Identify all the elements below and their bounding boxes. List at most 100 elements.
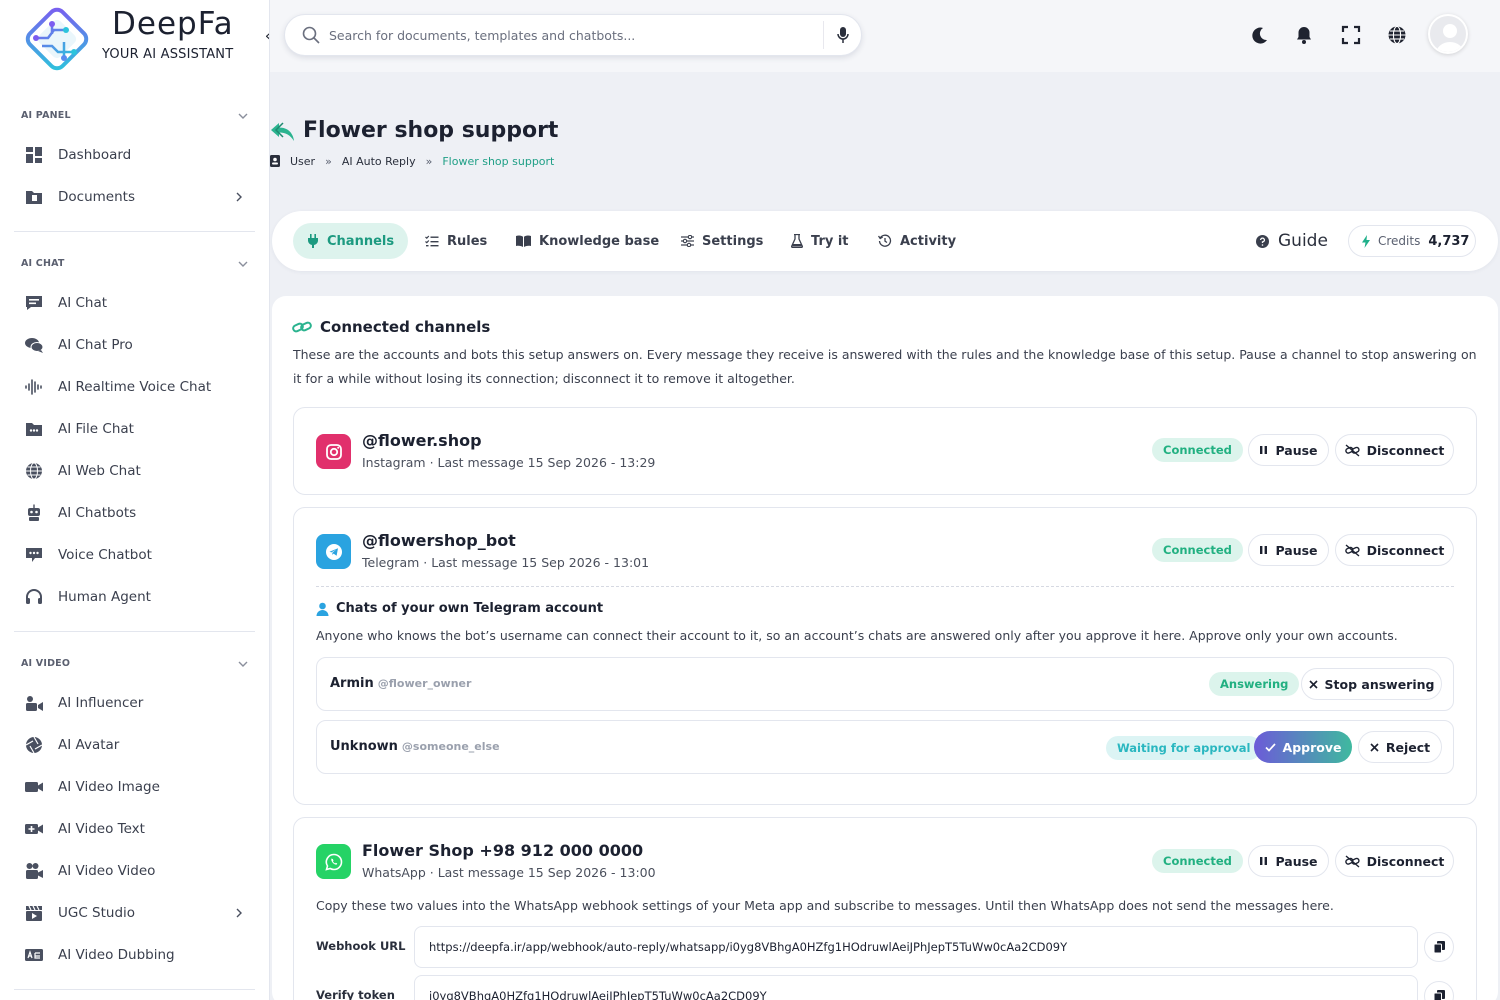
dubbing-icon [25,949,43,961]
tab-activity[interactable]: Activity [864,223,970,259]
sidebar-item-label: AI Video Text [58,821,145,837]
user-avatar[interactable] [1428,14,1468,54]
tab-label: Settings [702,233,764,249]
sidebar-item-label: AI Chat [58,295,108,311]
sidebar-item-ai-video-video[interactable]: AI Video Video [24,857,254,885]
globe-icon [26,462,42,480]
sidebar-item-ugc-studio[interactable]: UGC Studio [24,899,254,927]
channel-name: @flowershop_bot [362,531,516,550]
sidebar-item-ai-avatar[interactable]: AI Avatar [24,731,254,759]
question-circle-icon [1256,234,1269,248]
tab-channels[interactable]: Channels [293,223,409,259]
dark-mode-moon-icon[interactable] [1249,24,1271,46]
webhook-url-label: Webhook URL [316,939,406,953]
guide-link[interactable]: Guide [1256,230,1328,252]
status-badge: Connected [1152,438,1243,462]
notification-bell-icon[interactable] [1293,24,1315,46]
channel-name: Flower Shop +98 912 000 0000 [362,841,644,860]
whatsapp-icon [316,844,351,879]
unlink-icon [1344,543,1360,557]
tab-knowledge-base[interactable]: Knowledge base [502,223,673,259]
disconnect-button[interactable]: Disconnect [1335,534,1454,566]
copy-verify-token-button[interactable] [1424,981,1454,1000]
sidebar-item-ai-chat-pro[interactable]: AI Chat Pro [24,331,254,359]
approve-button[interactable]: Approve [1254,731,1352,763]
unlink-icon [1344,443,1360,457]
sidebar-item-ai-web-chat[interactable]: AI Web Chat [24,457,254,485]
stop-answering-button[interactable]: Stop answering [1301,668,1442,700]
chevron-down-icon[interactable] [237,110,249,122]
tab-label: Rules [447,233,488,249]
tab-label: Try it [811,233,849,249]
pause-icon [1260,446,1268,454]
account-row: Armin @flower_owner Answering Stop answer… [316,657,1454,711]
close-icon [1370,742,1379,752]
stop-answering-label: Stop answering [1324,676,1435,692]
sidebar-item-ai-chatbots[interactable]: AI Chatbots [24,499,254,527]
pause-button[interactable]: Pause [1248,845,1329,877]
own-accounts-title-text: Chats of your own Telegram account [336,601,604,616]
pause-icon [1260,857,1268,865]
history-icon [878,234,892,247]
sidebar-item-label: Human Agent [58,589,151,605]
fullscreen-icon[interactable] [1340,24,1362,46]
verify-token-field[interactable]: i0yg8VBhgA0HZfg1HOdruwlAeiJPhJepT5TuWw0c… [414,975,1418,1000]
disconnect-label: Disconnect [1366,542,1445,558]
search-input[interactable] [329,27,823,43]
pause-button[interactable]: Pause [1248,434,1329,466]
language-globe-icon[interactable] [1386,24,1408,46]
tab-try-it[interactable]: Try it [777,223,863,259]
sidebar-item-label: Documents [58,189,135,205]
sidebar-item-ai-influencer[interactable]: AI Influencer [24,689,254,717]
breadcrumb-ai-auto-reply[interactable]: AI Auto Reply [342,155,416,168]
sidebar-item-ai-video-image[interactable]: AI Video Image [24,773,254,801]
credits-badge[interactable]: Credits 4,737 [1348,225,1476,257]
user-avatar-icon [1436,24,1464,52]
sidebar-item-documents[interactable]: Documents [24,183,254,211]
lightning-icon [1362,234,1370,248]
sidebar-item-label: Voice Chatbot [58,547,152,563]
sidebar-item-ai-realtime-voice-chat[interactable]: AI Realtime Voice Chat [24,373,254,401]
sidebar-item-ai-video-text[interactable]: AI Video Text [24,815,254,843]
check-icon [1264,742,1276,752]
webhook-url-field[interactable]: https://deepfa.ir/app/webhook/auto-reply… [414,926,1418,968]
video-plus-icon [25,824,43,834]
mic-button[interactable] [823,21,861,49]
disconnect-label: Disconnect [1366,442,1445,458]
chevron-down-icon[interactable] [237,258,249,270]
sidebar-item-dashboard[interactable]: Dashboard [24,141,254,169]
tab-settings[interactable]: Settings [667,223,777,259]
reject-label: Reject [1385,739,1431,755]
disconnect-button[interactable]: Disconnect [1335,845,1454,877]
sidebar-item-label: AI Chatbots [58,505,137,521]
sidebar-item-ai-video-dubbing[interactable]: AI Video Dubbing [24,941,254,969]
credits-label: Credits [1378,234,1421,248]
chevron-down-icon[interactable] [237,658,249,670]
divider [14,231,255,232]
sidebar-item-ai-chat[interactable]: AI Chat [24,289,254,317]
channel-meta: Telegram · Last message 15 Sep 2026 - 13… [362,555,650,570]
plug-icon [308,234,318,248]
breadcrumb: User » AI Auto Reply » Flower shop suppo… [270,153,554,169]
logo[interactable]: DeepFa YOUR AI ASSISTANT [20,2,260,76]
disconnect-button[interactable]: Disconnect [1335,434,1454,466]
reject-button[interactable]: Reject [1358,731,1442,763]
search-bar[interactable] [284,14,862,56]
sidebar-collapse-icon[interactable]: ‹ [258,24,269,48]
channel-meta: Instagram · Last message 15 Sep 2026 - 1… [362,455,656,470]
brand-name: DeepFa [112,6,234,42]
copy-webhook-button[interactable] [1424,932,1454,962]
sidebar-item-voice-chatbot[interactable]: Voice Chatbot [24,541,254,569]
breadcrumb-user[interactable]: User [290,155,315,168]
sidebar-item-ai-file-chat[interactable]: AI File Chat [24,415,254,443]
own-accounts-text: Anyone who knows the bot’s username can … [316,628,1398,643]
page-title: Flower shop support [303,118,559,143]
checklist-icon [425,235,439,247]
section-title-ai-panel: AI PANEL [21,110,71,121]
account-handle: @flower_owner [377,677,472,690]
tab-rules[interactable]: Rules [411,223,501,259]
back-reply-icon[interactable] [270,120,296,144]
divider [316,586,1454,587]
sidebar-item-human-agent[interactable]: Human Agent [24,583,254,611]
pause-button[interactable]: Pause [1248,534,1329,566]
